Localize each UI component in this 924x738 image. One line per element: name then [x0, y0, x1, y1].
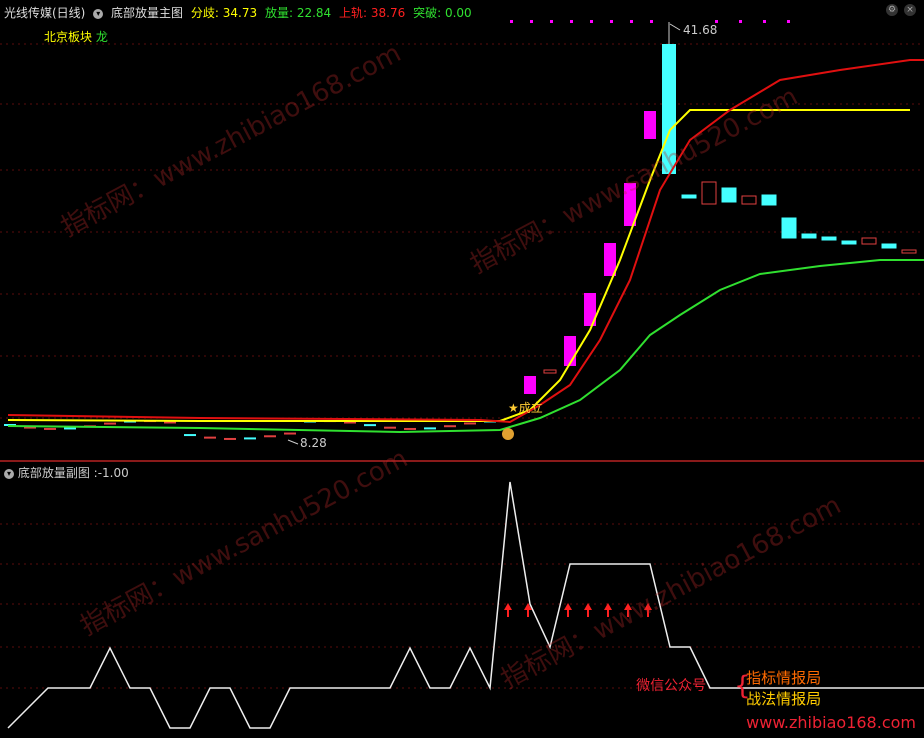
candle	[424, 427, 436, 430]
fenqi-value: 34.73	[222, 6, 258, 20]
close-icon[interactable]: ×	[904, 4, 916, 16]
shanggui-value: 38.76	[370, 6, 406, 20]
candle	[244, 437, 256, 440]
tupo-label: 突破	[413, 6, 438, 20]
sector-tag: 龙	[95, 30, 108, 44]
settings-icon[interactable]: ⚙	[886, 4, 898, 16]
signal-dot	[530, 20, 533, 23]
candle	[364, 424, 376, 427]
red-line	[7, 59, 924, 424]
candle	[781, 217, 797, 239]
candle	[861, 237, 877, 245]
candle	[721, 187, 737, 203]
signal-dot	[650, 20, 653, 23]
candle	[821, 236, 837, 241]
candle	[464, 422, 476, 425]
promo-label: 微信公众号	[636, 678, 707, 694]
signal-dot	[570, 20, 573, 23]
candle	[404, 427, 416, 430]
indicator-name[interactable]: 底部放量主图	[111, 6, 183, 20]
candle	[701, 181, 717, 205]
sub-indicator-name[interactable]: 底部放量副图	[18, 466, 90, 480]
main-header: 光线传媒(日线) ▾ 底部放量主图 分歧: 34.73 放量: 22.84 上轨…	[4, 4, 476, 21]
main-chart-panel[interactable]: 41.68 8.28 ★成立 光线传媒(日线) ▾ 底部放量主图 分歧: 34.73…	[0, 0, 924, 460]
high-price-label: 41.68	[683, 23, 717, 37]
candle	[801, 233, 817, 239]
candle	[741, 195, 757, 205]
candle	[662, 44, 676, 174]
candle	[444, 425, 456, 428]
sub-indicator-value: -1.00	[97, 466, 129, 480]
high-price-arrow	[669, 23, 681, 31]
candle	[841, 240, 857, 245]
yellow-line	[7, 109, 910, 422]
up-arrow-icon	[584, 603, 592, 610]
candle	[184, 434, 196, 437]
candle	[881, 243, 897, 249]
fenqi-label: 分歧	[190, 6, 215, 20]
promo-site: www.zhibiao168.com	[746, 713, 916, 732]
signal-dot	[590, 20, 593, 23]
promo-box: 微信公众号 { 指标情报局 战法情报局 www.zhibiao168.com	[636, 667, 916, 732]
sub-indicator-dropdown-icon[interactable]: ▾	[4, 468, 14, 479]
fangliang-value: 22.84	[296, 6, 332, 20]
candle	[44, 427, 56, 430]
shanggui-label: 上轨	[339, 6, 364, 20]
candle	[204, 436, 216, 439]
low-price-label: 8.28	[300, 436, 327, 450]
sub-chart-panel[interactable]: ▾ 底部放量副图 :-1.00 指标网：www.sanhu520.com 指标网…	[0, 444, 924, 738]
brace-icon: {	[734, 671, 751, 701]
candle	[524, 376, 536, 394]
signal-dot	[610, 20, 613, 23]
candle	[384, 426, 396, 429]
candle	[284, 432, 296, 435]
candle	[264, 435, 276, 438]
signal-dot	[550, 20, 553, 23]
signal-dot	[630, 20, 633, 23]
tupo-readout: 突破: 0.00	[413, 6, 472, 20]
fenqi-readout: 分歧: 34.73	[190, 6, 258, 20]
candle	[64, 427, 76, 430]
signal-dot	[763, 20, 766, 23]
fangliang-label: 放量	[264, 6, 289, 20]
signal-dot	[787, 20, 790, 23]
money-bag-icon	[502, 428, 514, 440]
candle	[224, 437, 236, 440]
candle	[644, 111, 656, 139]
indicator-dropdown-icon[interactable]: ▾	[93, 8, 104, 19]
fangliang-readout: 放量: 22.84	[264, 6, 332, 20]
sub-header: ▾ 底部放量副图 :-1.00	[4, 464, 129, 481]
signal-dot	[739, 20, 742, 23]
candle	[761, 194, 777, 206]
sector-label: 北京板块 龙	[44, 28, 108, 45]
green-line	[7, 259, 924, 434]
sector-name: 北京板块	[44, 30, 93, 44]
promo-line1: 指标情报局	[746, 669, 822, 687]
candle	[104, 422, 116, 425]
candle	[681, 194, 697, 199]
signal-dot	[510, 20, 513, 23]
candle	[543, 369, 557, 374]
up-arrow-icon	[604, 603, 612, 610]
stock-name[interactable]: 光线传媒(日线)	[4, 6, 85, 20]
up-arrow-icon	[644, 603, 652, 610]
candle	[901, 249, 917, 254]
main-chart-canvas[interactable]: 41.68 8.28 ★成立	[0, 0, 924, 460]
promo-line2: 战法情报局	[746, 690, 822, 708]
shanggui-readout: 上轨: 38.76	[339, 6, 406, 20]
tupo-value: 0.00	[444, 6, 472, 20]
low-price-arrow	[287, 439, 299, 445]
signal-label: ★成立	[508, 400, 543, 415]
